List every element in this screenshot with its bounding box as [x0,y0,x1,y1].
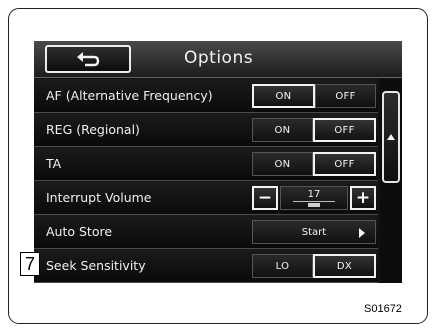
reg-off-button[interactable]: OFF [313,118,376,142]
play-arrow-icon [359,228,365,238]
volume-minus-button[interactable]: − [252,186,278,210]
af-on-button[interactable]: ON [252,84,315,108]
volume-level: 17 [280,186,348,210]
list-item: Auto Store Start [34,215,378,249]
seek-dx-button[interactable]: DX [313,254,376,278]
reg-on-button[interactable]: ON [252,118,313,142]
page-title: Options [184,48,254,68]
af-toggle: ON OFF [252,84,376,108]
ta-off-button[interactable]: OFF [313,152,376,176]
row-label: TA [46,156,62,171]
seek-sensitivity-toggle: LO DX [252,254,376,278]
af-off-button[interactable]: OFF [315,84,376,108]
back-button[interactable] [45,45,131,73]
start-label: Start [301,226,327,238]
triangle-up-icon [387,134,395,140]
volume-value: 17 [307,189,321,200]
list-item: Interrupt Volume − 17 + [34,181,378,215]
return-arrow-icon [77,52,100,67]
volume-indicator [308,203,320,207]
list-item: REG (Regional) ON OFF [34,113,378,147]
volume-track [293,201,335,202]
options-screen: Options AF (Alternative Frequency) ON OF… [34,41,402,283]
list-item: Seek Sensitivity LO DX [34,249,378,283]
list-item: AF (Alternative Frequency) ON OFF [34,79,378,113]
figure-code: S01672 [364,303,402,315]
reg-toggle: ON OFF [252,118,376,142]
auto-store-start-button[interactable]: Start [252,220,376,244]
title-bar: Options [34,41,402,78]
ta-toggle: ON OFF [252,152,376,176]
interrupt-volume-stepper: − 17 + [252,186,376,210]
row-label: Seek Sensitivity [46,258,146,273]
scrollbar-handle[interactable] [382,91,400,183]
seek-lo-button[interactable]: LO [252,254,313,278]
row-label: AF (Alternative Frequency) [46,88,213,103]
list-item: TA ON OFF [34,147,378,181]
row-label: Interrupt Volume [46,190,152,205]
volume-plus-button[interactable]: + [350,186,376,210]
callout-number: 7 [20,252,40,276]
row-label: REG (Regional) [46,122,140,137]
row-label: Auto Store [46,224,113,239]
ta-on-button[interactable]: ON [252,152,313,176]
